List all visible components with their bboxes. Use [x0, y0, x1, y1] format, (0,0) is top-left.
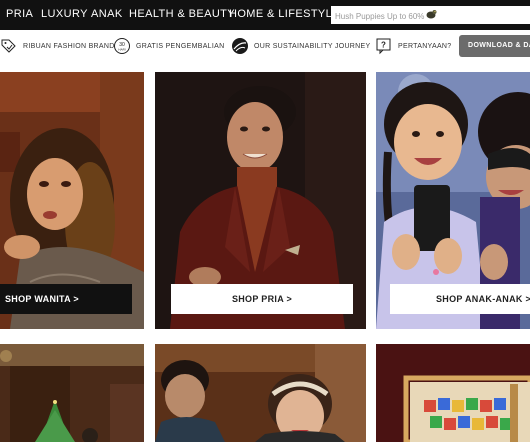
- category-nav: PRIA LUXURY ANAK HEALTH & BEAUTY HOME & …: [0, 0, 530, 30]
- svg-text:HARI: HARI: [118, 48, 125, 52]
- tile-home[interactable]: [0, 344, 144, 442]
- benefit-label: GRATIS PENGEMBALIAN: [136, 42, 225, 50]
- toys-photo: [376, 344, 530, 442]
- tile-wanita[interactable]: SHOP WANITA >: [0, 72, 144, 329]
- tile-couple[interactable]: [155, 344, 366, 442]
- promo-pet-icon: [426, 10, 437, 19]
- benefit-label: PERTANYAAN?: [398, 42, 452, 50]
- shop-anak-button[interactable]: SHOP ANAK-ANAK >: [390, 284, 530, 314]
- nav-item-luxury[interactable]: LUXURY: [41, 8, 88, 20]
- tag-check-icon: [1, 39, 16, 53]
- tile-toys[interactable]: [376, 344, 530, 442]
- nav-item-health-beauty[interactable]: HEALTH & BEAUTY: [129, 8, 235, 20]
- benefit-free-return[interactable]: 30 HARI GRATIS PENGEMBALIAN: [113, 37, 224, 55]
- question-chat-icon: ?: [376, 38, 391, 55]
- benefit-label: RIBUAN FASHION BRAND: [23, 42, 115, 50]
- tile-anak[interactable]: SHOP ANAK-ANAK >: [376, 72, 530, 329]
- shop-pria-button[interactable]: SHOP PRIA >: [171, 284, 353, 314]
- 30-days-return-icon: 30 HARI: [114, 38, 130, 54]
- benefit-fashion-brand[interactable]: RIBUAN FASHION BRAND: [0, 37, 115, 55]
- home-photo: [0, 344, 144, 442]
- couple-photo: [155, 344, 366, 442]
- nav-item-home-lifestyle[interactable]: HOME & LIFESTYLE: [229, 8, 340, 20]
- nav-item-pria[interactable]: PRIA: [6, 8, 33, 20]
- benefit-sustainability[interactable]: OUR SUSTAINABILITY JOURNEY: [231, 37, 370, 55]
- benefit-questions[interactable]: ? PERTANYAAN?: [375, 37, 451, 55]
- download-app-button[interactable]: DOWNLOAD & DAPATKAN: [459, 35, 530, 57]
- shop-wanita-button[interactable]: SHOP WANITA >: [0, 284, 132, 314]
- benefits-bar: RIBUAN FASHION BRAND 30 HARI GRATIS PENG…: [0, 30, 530, 62]
- benefit-label: OUR SUSTAINABILITY JOURNEY: [254, 42, 371, 50]
- globe-leaf-icon: [232, 38, 248, 54]
- nav-item-anak[interactable]: ANAK: [91, 8, 123, 20]
- tile-pria[interactable]: SHOP PRIA >: [155, 72, 366, 329]
- svg-text:?: ?: [381, 41, 386, 50]
